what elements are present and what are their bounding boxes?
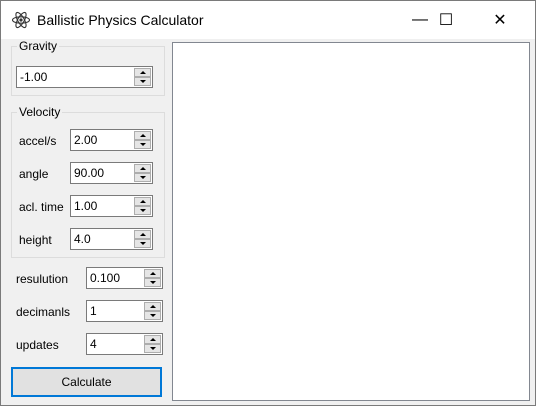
decimals-spinner[interactable]: 1 (86, 300, 163, 322)
arrow-down-icon (149, 281, 156, 284)
accel-time-up-arrow[interactable] (134, 197, 151, 206)
height-label: height (19, 233, 52, 247)
height-down-arrow[interactable] (134, 239, 151, 248)
angle-spinner[interactable]: 90.00 (70, 162, 153, 184)
gravity-value: -1.00 (20, 70, 48, 84)
gravity-down-arrow[interactable] (134, 77, 151, 86)
app-window: Ballistic Physics Calculator — ☐ ✕ Gravi… (0, 0, 536, 406)
arrow-down-icon (139, 242, 146, 245)
accel-label: accel/s (19, 134, 57, 148)
height-up-arrow[interactable] (134, 230, 151, 239)
arrow-up-icon (139, 233, 146, 236)
angle-down-arrow[interactable] (134, 173, 151, 182)
decimals-value: 1 (90, 304, 97, 318)
arrow-up-icon (139, 134, 146, 137)
height-value: 4.0 (74, 232, 91, 246)
decimals-spin-arrows (144, 302, 161, 320)
decimals-label: decimanls (16, 305, 71, 319)
arrow-down-icon (139, 80, 146, 83)
window-title: Ballistic Physics Calculator (37, 12, 204, 28)
accel-spin-arrows (134, 131, 151, 149)
atom-icon (11, 11, 31, 29)
accel-spinner[interactable]: 2.00 (70, 129, 153, 151)
gravity-legend: Gravity (19, 39, 58, 53)
title-bar[interactable]: Ballistic Physics Calculator — ☐ ✕ (1, 1, 535, 39)
resolution-up-arrow[interactable] (144, 269, 161, 278)
maximize-icon: ☐ (438, 12, 454, 29)
accel-time-value: 1.00 (74, 199, 98, 213)
resolution-spinner[interactable]: 0.100 (86, 267, 163, 289)
arrow-down-icon (149, 314, 156, 317)
arrow-up-icon (149, 305, 156, 308)
angle-value: 90.00 (74, 166, 105, 180)
decimals-up-arrow[interactable] (144, 302, 161, 311)
gravity-spin-arrows (134, 68, 151, 86)
accel-time-spin-arrows (134, 197, 151, 215)
resolution-label: resulution (16, 272, 69, 286)
accel-time-down-arrow[interactable] (134, 206, 151, 215)
calculate-label: Calculate (61, 375, 112, 389)
close-button[interactable]: ✕ (477, 1, 523, 39)
arrow-up-icon (139, 200, 146, 203)
resolution-value: 0.100 (90, 271, 121, 285)
velocity-legend: Velocity (19, 105, 61, 119)
arrow-up-icon (139, 71, 146, 74)
accel-time-label: acl. time (19, 200, 64, 214)
trajectory-canvas[interactable] (172, 42, 530, 401)
updates-up-arrow[interactable] (144, 335, 161, 344)
updates-value: 4 (90, 337, 97, 351)
accel-time-spinner[interactable]: 1.00 (70, 195, 153, 217)
resolution-down-arrow[interactable] (144, 278, 161, 287)
gravity-up-arrow[interactable] (134, 68, 151, 77)
arrow-down-icon (139, 143, 146, 146)
decimals-down-arrow[interactable] (144, 311, 161, 320)
updates-label: updates (16, 338, 59, 352)
accel-value: 2.00 (74, 133, 98, 147)
arrow-down-icon (139, 176, 146, 179)
accel-down-arrow[interactable] (134, 140, 151, 149)
arrow-up-icon (149, 338, 156, 341)
arrow-down-icon (139, 209, 146, 212)
accel-up-arrow[interactable] (134, 131, 151, 140)
angle-label: angle (19, 167, 49, 181)
updates-spinner[interactable]: 4 (86, 333, 163, 355)
height-spinner[interactable]: 4.0 (70, 228, 153, 250)
height-spin-arrows (134, 230, 151, 248)
updates-down-arrow[interactable] (144, 344, 161, 353)
angle-up-arrow[interactable] (134, 164, 151, 173)
arrow-up-icon (139, 167, 146, 170)
gravity-spinner[interactable]: -1.00 (16, 66, 153, 88)
updates-spin-arrows (144, 335, 161, 353)
arrow-up-icon (149, 272, 156, 275)
maximize-button[interactable]: ☐ (423, 1, 469, 39)
calculate-button[interactable]: Calculate (11, 367, 162, 397)
arrow-down-icon (149, 347, 156, 350)
resolution-spin-arrows (144, 269, 161, 287)
close-icon: ✕ (493, 12, 507, 29)
angle-spin-arrows (134, 164, 151, 182)
